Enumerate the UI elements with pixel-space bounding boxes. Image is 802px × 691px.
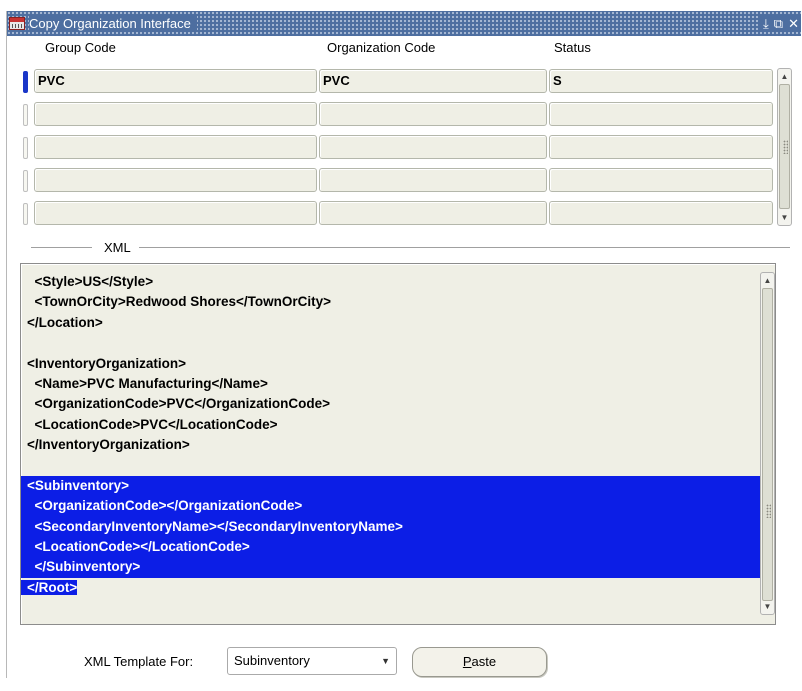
table-row[interactable]: [23, 101, 773, 127]
xml-line: <Style>US</Style>: [27, 274, 154, 289]
scrollbar-thumb[interactable]: [779, 84, 790, 209]
xml-line: <Name>PVC Manufacturing</Name>: [27, 375, 268, 391]
organization-code-field[interactable]: PVC: [319, 69, 547, 93]
minimize-icon[interactable]: ⤓: [763, 16, 769, 31]
table-row[interactable]: PVC PVC S: [23, 68, 773, 94]
oracle-app-icon: [9, 17, 25, 30]
close-icon[interactable]: ✕: [788, 16, 799, 31]
xml-line-selected: </Subinventory>: [21, 557, 769, 578]
group-code-field[interactable]: [34, 201, 317, 225]
group-code-header: Group Code: [45, 40, 116, 55]
scrollbar-thumb[interactable]: [762, 288, 773, 601]
status-header: Status: [554, 40, 591, 55]
organization-code-field[interactable]: [319, 135, 547, 159]
organization-code-field[interactable]: [319, 102, 547, 126]
current-record-indicator[interactable]: [23, 71, 28, 93]
xml-line: <LocationCode>PVC</LocationCode>: [27, 416, 278, 432]
xml-content: <Style>US</Style> <TownOrCity>Redwood Sh…: [21, 272, 769, 598]
title-bar[interactable]: Copy Organization Interface ⤓ ⧉ ✕: [7, 11, 801, 36]
xml-template-select[interactable]: Subinventory ▼: [227, 647, 397, 675]
paste-label: aste: [471, 654, 497, 669]
status-field[interactable]: [549, 168, 773, 192]
record-indicator[interactable]: [23, 203, 28, 225]
xml-line: <TownOrCity>Redwood Shores</TownOrCity>: [27, 294, 332, 310]
paste-mnemonic: P: [462, 654, 472, 669]
grip-icon: [766, 504, 771, 518]
xml-template-value: Subinventory: [234, 653, 310, 668]
status-field[interactable]: S: [549, 69, 773, 93]
record-indicator[interactable]: [23, 137, 28, 159]
xml-line: [27, 456, 769, 476]
xml-line: <OrganizationCode>PVC</OrganizationCode>: [27, 396, 331, 412]
xml-line: <InventoryOrganization>: [27, 355, 187, 371]
xml-line-selected: <SecondaryInventoryName></SecondaryInven…: [21, 516, 769, 538]
xml-textarea[interactable]: <Style>US</Style> <TownOrCity>Redwood Sh…: [20, 263, 776, 625]
record-indicator[interactable]: [23, 104, 28, 126]
xml-line: </Location>: [27, 314, 103, 330]
table-row[interactable]: [23, 167, 773, 193]
record-indicator[interactable]: [23, 170, 28, 192]
organization-code-header: Organization Code: [327, 40, 436, 55]
xml-scrollbar[interactable]: ▲ ▼: [760, 272, 775, 615]
xml-line-partial: </Root>: [21, 578, 769, 598]
group-code-field[interactable]: [34, 135, 317, 159]
scroll-down-icon[interactable]: ▼: [779, 212, 790, 223]
table-row[interactable]: [23, 200, 773, 226]
xml-divider-right: [139, 247, 790, 248]
restore-icon[interactable]: ⧉: [774, 16, 783, 31]
records-scrollbar[interactable]: ▲ ▼: [777, 68, 792, 226]
table-row[interactable]: [23, 134, 773, 160]
xml-line-selected: </Root>: [21, 579, 78, 595]
scroll-up-icon[interactable]: ▲: [779, 71, 790, 82]
organization-code-field[interactable]: [319, 201, 547, 225]
window-controls: ⤓ ⧉ ✕: [758, 15, 801, 32]
status-field[interactable]: [549, 135, 773, 159]
xml-divider-left: [31, 247, 92, 248]
chevron-down-icon[interactable]: ▼: [381, 648, 390, 674]
xml-line-selected: <LocationCode></LocationCode>: [21, 537, 769, 558]
xml-template-for-label: XML Template For:: [84, 654, 194, 669]
status-field[interactable]: [549, 102, 773, 126]
xml-line: </InventoryOrganization>: [27, 437, 190, 453]
group-code-field[interactable]: [34, 168, 317, 192]
scroll-up-icon[interactable]: ▲: [762, 275, 773, 286]
xml-line-selected: <Subinventory>: [21, 475, 769, 497]
scroll-down-icon[interactable]: ▼: [762, 601, 773, 612]
status-field[interactable]: [549, 201, 773, 225]
xml-section-label: XML: [104, 240, 131, 255]
organization-code-field[interactable]: [319, 168, 547, 192]
group-code-field[interactable]: PVC: [34, 69, 317, 93]
xml-line: [27, 333, 769, 353]
paste-button[interactable]: Paste: [412, 647, 547, 677]
group-code-field[interactable]: [34, 102, 317, 126]
xml-line-selected: <OrganizationCode></OrganizationCode>: [21, 496, 769, 517]
window-title: Copy Organization Interface: [29, 15, 197, 32]
grip-icon: [783, 140, 788, 154]
